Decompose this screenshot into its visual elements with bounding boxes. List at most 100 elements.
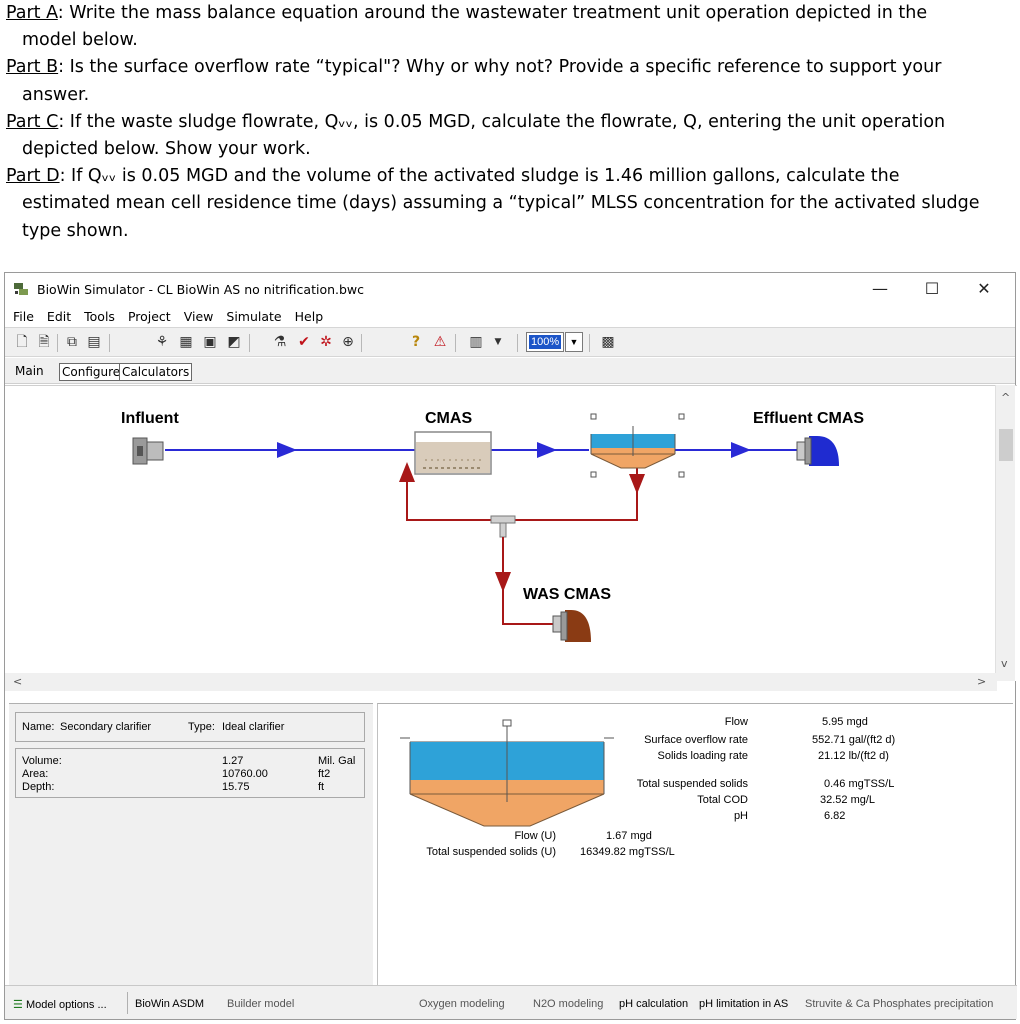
dropdown-icon[interactable]: ▼ [489,333,507,351]
part-c: Part C: If the waste sludge flowrate, Qᵥ… [6,109,1014,163]
influent-icon[interactable] [132,437,164,465]
part-a-text-cont: model below. [22,30,138,51]
tab-main[interactable]: Main [13,363,46,379]
horizontal-scrollbar[interactable]: < > [5,673,997,691]
table-icon[interactable]: ▣ [201,333,219,351]
calc-icon[interactable]: ▩ [599,333,617,351]
splitter-stem [499,522,507,538]
minimize-button[interactable]: — [857,277,903,301]
splitter-icon[interactable] [490,515,516,524]
oxygen-modeling[interactable]: Oxygen modeling [419,998,505,1010]
part-a-label: Part A [6,3,58,23]
vertical-scroll-thumb[interactable] [999,429,1013,461]
solids-loading-rate-label: Solids loading rate [657,750,748,762]
menu-tools[interactable]: Tools [84,309,115,324]
plant-icon[interactable]: ⚗ [271,333,289,351]
flowsheet-canvas[interactable]: Influent CMAS Effluent CMAS WAS CMAS [5,385,1017,681]
total-cod-label: Total COD [697,794,748,806]
underflow-tss-value: 16349.82 mgTSS/L [580,846,675,858]
volume-label: Volume: [22,755,62,767]
toolbar-separator [455,334,456,352]
flow-value: 5.95 mgd [822,716,868,728]
menu-project[interactable]: Project [128,309,171,324]
toolbar-separator [57,334,58,352]
surface-overflow-rate-label: Surface overflow rate [644,734,748,746]
secondary-clarifier-icon[interactable] [590,413,685,478]
warning-icon[interactable]: ⚠ [431,333,449,351]
ph-limitation[interactable]: pH limitation in AS [699,998,788,1010]
sweep-icon[interactable]: ⚘ [153,333,171,351]
vertical-scrollbar[interactable]: ^ v [995,385,1015,681]
part-c-text: : If the waste sludge flowrate, Qᵥᵥ, is … [58,111,946,132]
part-d-text: : If Qᵥᵥ is 0.05 MGD and the volume of t… [59,166,900,187]
menu-bar: File Edit Tools Project View Simulate He… [5,305,1015,327]
tab-bar: Main Configure Calculators [5,358,1015,384]
bin-icon[interactable]: ▥ [467,333,485,351]
toolbar-separator [589,334,590,352]
print-icon[interactable]: ▤ [85,333,103,351]
was-icon[interactable] [552,610,591,642]
settings-icon[interactable]: ✲ [317,333,335,351]
status-bar: ☰ Model options ... BioWin ASDM Builder … [5,985,1017,1019]
zoom-select[interactable]: 100% [526,332,564,352]
surface-overflow-rate-value: 552.71 gal/(ft2 d) [812,734,896,746]
toolbar-separator [361,334,362,352]
part-d-label: Part D [6,166,60,187]
influent-label: Influent [121,410,179,427]
effluent-icon[interactable] [796,436,839,466]
copy-icon[interactable]: ⧉ [63,333,81,351]
tab-configure[interactable]: Configure [59,363,124,381]
model-options-button[interactable]: ☰ Model options ... [13,998,107,1011]
toolbar: 🗋 🗎 ⧉ ▤ ⚘ ▦ ▣ ◩ ⚗ ✔ ✲ ⊕ ? ⚠ ▥ ▼ 100% ▼ ▩ [5,327,1015,357]
menu-file[interactable]: File [13,309,34,324]
area-value: 10760.00 [222,768,268,780]
scroll-right-icon[interactable]: > [977,675,986,688]
ph-label: pH [733,810,748,822]
cmas-tank-icon[interactable] [414,431,492,475]
flow-label: Flow [724,716,748,728]
part-d-text-cont: estimated mean cell residence time (days… [22,193,980,214]
name-value[interactable]: Secondary clarifier [60,721,151,733]
chevron-down-icon: ▼ [569,337,579,347]
scroll-left-icon[interactable]: < [13,675,22,688]
flowsheet-diagram [132,413,839,642]
menu-simulate[interactable]: Simulate [226,309,281,324]
element-info-panel: Name: Secondary clarifier Type: Ideal cl… [9,703,373,993]
depth-value: 15.75 [222,781,250,793]
model-options-label: Model options ... [25,999,107,1011]
toolbar-separator [249,334,250,352]
menu-help[interactable]: Help [295,309,324,324]
scroll-up-icon[interactable]: ^ [1001,391,1010,404]
part-d: Part D: If Qᵥᵥ is 0.05 MGD and the volum… [6,163,1014,245]
depth-label: Depth: [22,781,55,793]
title-bar[interactable]: BioWin Simulator - CL BioWin AS no nitri… [5,273,1015,305]
underflow-flow-label: Flow (U) [514,830,556,842]
menu-view[interactable]: View [184,309,214,324]
maximize-button[interactable]: ☐ [909,277,955,301]
close-button[interactable]: ✕ [961,277,1007,301]
struvite-precipitation[interactable]: Struvite & Ca Phosphates precipitation [805,998,993,1010]
n2o-modeling[interactable]: N2O modeling [533,998,603,1010]
biowin-window: BioWin Simulator - CL BioWin AS no nitri… [4,272,1017,1020]
open-file-icon[interactable]: 🗎 [35,333,53,351]
ph-calculation[interactable]: pH calculation [619,998,688,1010]
volume-value: 1.27 [222,755,244,767]
part-a: Part A: Write the mass balance equation … [6,0,1014,54]
clarifier-detail-diagram [400,719,614,827]
zoom-dropdown-button[interactable]: ▼ [565,332,583,352]
solids-loading-rate-value: 21.12 lb/(ft2 d) [818,750,889,762]
tss-value: 0.46 mgTSS/L [824,778,895,790]
target-icon[interactable]: ⊕ [339,333,357,351]
chart-icon[interactable]: ◩ [225,333,243,351]
scroll-down-icon[interactable]: v [1001,657,1008,670]
window-title: BioWin Simulator - CL BioWin AS no nitri… [37,282,365,297]
check-icon[interactable]: ✔ [295,333,313,351]
grid-icon[interactable]: ▦ [177,333,195,351]
zoom-value: 100% [529,335,562,349]
tab-calculators[interactable]: Calculators [119,363,193,381]
part-b-label: Part B [6,57,59,78]
new-file-icon[interactable]: 🗋 [13,333,31,351]
menu-edit[interactable]: Edit [47,309,71,324]
help-icon[interactable]: ? [407,333,425,351]
status-separator [127,992,128,1014]
